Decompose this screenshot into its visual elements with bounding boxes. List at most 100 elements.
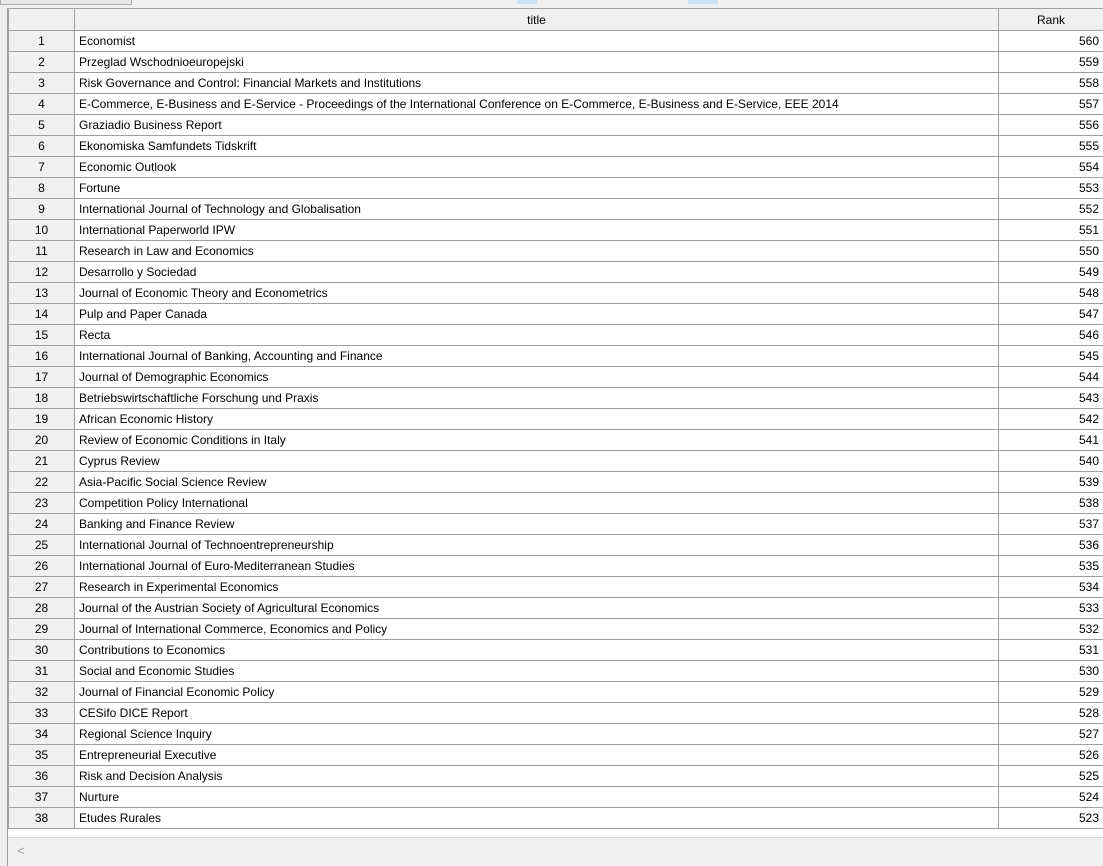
row-number-cell[interactable]: 37 [8,786,75,808]
rank-cell[interactable]: 530 [998,660,1103,682]
rank-cell[interactable]: 558 [998,72,1103,94]
table-row[interactable]: 4 E-Commerce, E-Business and E-Service - … [8,93,1103,115]
table-row[interactable]: 8 Fortune 553 [8,177,1103,199]
title-cell[interactable]: Banking and Finance Review [74,513,999,535]
rank-cell[interactable]: 560 [998,30,1103,52]
rank-cell[interactable]: 547 [998,303,1103,325]
table-row[interactable]: 27 Research in Experimental Economics 534 [8,576,1103,598]
table-row[interactable]: 6 Ekonomiska Samfundets Tidskrift 555 [8,135,1103,157]
table-row[interactable]: 26 International Journal of Euro-Mediterr… [8,555,1103,577]
rank-cell[interactable]: 526 [998,744,1103,766]
table-row[interactable]: 12 Desarrollo y Sociedad 549 [8,261,1103,283]
rank-cell[interactable]: 559 [998,51,1103,73]
title-cell[interactable]: Recta [74,324,999,346]
title-cell[interactable]: Fortune [74,177,999,199]
row-number-cell[interactable]: 9 [8,198,75,220]
rank-cell[interactable]: 534 [998,576,1103,598]
table-row[interactable]: 2 Przeglad Wschodnioeuropejski 559 [8,51,1103,73]
rank-cell[interactable]: 553 [998,177,1103,199]
horizontal-scrollbar[interactable]: < [8,837,1103,866]
row-number-cell[interactable]: 15 [8,324,75,346]
title-cell[interactable]: International Journal of Euro-Mediterran… [74,555,999,577]
rank-cell[interactable]: 525 [998,765,1103,787]
table-row[interactable]: 18 Betriebswirtschaftliche Forschung und … [8,387,1103,409]
rank-cell[interactable]: 524 [998,786,1103,808]
table-row[interactable]: 33 CESifo DICE Report 528 [8,702,1103,724]
row-number-cell[interactable]: 17 [8,366,75,388]
title-cell[interactable]: Entrepreneurial Executive [74,744,999,766]
row-number-cell[interactable]: 7 [8,156,75,178]
row-number-cell[interactable]: 21 [8,450,75,472]
results-grid[interactable]: title Rank 1 Economist 560 2 Przeglad Wschod… [8,8,1103,837]
title-cell[interactable]: Nurture [74,786,999,808]
row-number-cell[interactable]: 38 [8,807,75,829]
row-number-cell[interactable]: 10 [8,219,75,241]
column-header-rank[interactable]: Rank [998,8,1103,31]
rank-cell[interactable]: 533 [998,597,1103,619]
row-number-cell[interactable]: 12 [8,261,75,283]
table-row[interactable]: 25 International Journal of Technoentrepr… [8,534,1103,556]
title-cell[interactable]: International Journal of Technoentrepren… [74,534,999,556]
row-number-cell[interactable]: 28 [8,597,75,619]
rank-cell[interactable]: 531 [998,639,1103,661]
tab-stub[interactable] [0,0,132,5]
rank-cell[interactable]: 552 [998,198,1103,220]
title-cell[interactable]: Contributions to Economics [74,639,999,661]
title-cell[interactable]: Review of Economic Conditions in Italy [74,429,999,451]
table-row[interactable]: 29 Journal of International Commerce, Eco… [8,618,1103,640]
rank-cell[interactable]: 538 [998,492,1103,514]
column-header-title[interactable]: title [74,8,999,31]
rank-cell[interactable]: 537 [998,513,1103,535]
row-number-cell[interactable]: 30 [8,639,75,661]
title-cell[interactable]: Betriebswirtschaftliche Forschung und Pr… [74,387,999,409]
rank-cell[interactable]: 548 [998,282,1103,304]
rank-cell[interactable]: 544 [998,366,1103,388]
row-number-cell[interactable]: 13 [8,282,75,304]
row-number-cell[interactable]: 33 [8,702,75,724]
title-cell[interactable]: Etudes Rurales [74,807,999,829]
table-row[interactable]: 17 Journal of Demographic Economics 544 [8,366,1103,388]
row-number-cell[interactable]: 8 [8,177,75,199]
rank-cell[interactable]: 550 [998,240,1103,262]
row-number-cell[interactable]: 25 [8,534,75,556]
row-number-cell[interactable]: 36 [8,765,75,787]
row-number-cell[interactable]: 23 [8,492,75,514]
title-cell[interactable]: Journal of Economic Theory and Econometr… [74,282,999,304]
title-cell[interactable]: Risk Governance and Control: Financial M… [74,72,999,94]
row-number-cell[interactable]: 3 [8,72,75,94]
title-cell[interactable]: Cyprus Review [74,450,999,472]
title-cell[interactable]: Competition Policy International [74,492,999,514]
table-row[interactable]: 19 African Economic History 542 [8,408,1103,430]
row-number-cell[interactable]: 22 [8,471,75,493]
table-row[interactable]: 5 Graziadio Business Report 556 [8,114,1103,136]
table-row[interactable]: 20 Review of Economic Conditions in Italy… [8,429,1103,451]
row-number-cell[interactable]: 14 [8,303,75,325]
chevron-left-icon[interactable]: < [14,844,28,858]
table-row[interactable]: 34 Regional Science Inquiry 527 [8,723,1103,745]
row-number-cell[interactable]: 34 [8,723,75,745]
row-number-cell[interactable]: 18 [8,387,75,409]
rank-cell[interactable]: 527 [998,723,1103,745]
title-cell[interactable]: Asia-Pacific Social Science Review [74,471,999,493]
title-cell[interactable]: Regional Science Inquiry [74,723,999,745]
row-number-cell[interactable]: 11 [8,240,75,262]
table-row[interactable]: 13 Journal of Economic Theory and Econome… [8,282,1103,304]
title-cell[interactable]: Pulp and Paper Canada [74,303,999,325]
title-cell[interactable]: International Journal of Technology and … [74,198,999,220]
table-row[interactable]: 24 Banking and Finance Review 537 [8,513,1103,535]
table-row[interactable]: 37 Nurture 524 [8,786,1103,808]
table-row[interactable]: 16 International Journal of Banking, Acco… [8,345,1103,367]
table-row[interactable]: 30 Contributions to Economics 531 [8,639,1103,661]
title-cell[interactable]: Risk and Decision Analysis [74,765,999,787]
row-number-cell[interactable]: 32 [8,681,75,703]
title-cell[interactable]: Research in Law and Economics [74,240,999,262]
rank-cell[interactable]: 529 [998,681,1103,703]
title-cell[interactable]: CESifo DICE Report [74,702,999,724]
rank-cell[interactable]: 543 [998,387,1103,409]
row-number-cell[interactable]: 4 [8,93,75,115]
table-row[interactable]: 7 Economic Outlook 554 [8,156,1103,178]
rank-cell[interactable]: 528 [998,702,1103,724]
row-number-cell[interactable]: 6 [8,135,75,157]
rank-cell[interactable]: 556 [998,114,1103,136]
table-row[interactable]: 36 Risk and Decision Analysis 525 [8,765,1103,787]
